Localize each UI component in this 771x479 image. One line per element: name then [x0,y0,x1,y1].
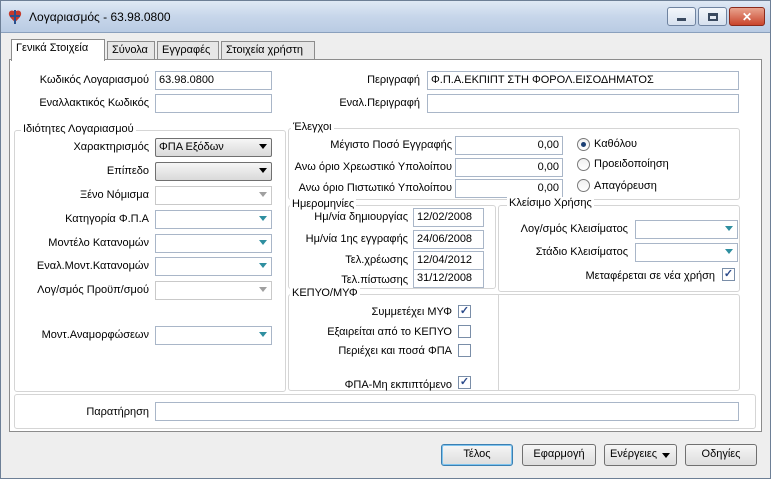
alt-allocation-model-dropdown[interactable] [155,257,272,276]
created-date-label: Ημ/νία δημιουργίας [314,211,408,223]
chevron-down-icon [725,226,733,231]
actions-button[interactable]: Ενέργειες [604,444,677,466]
closing-account-label: Λογ/σμός Κλεισίματος [520,223,628,235]
includes-vat-label: Περιέχει και ποσά ΦΠΑ [338,345,452,357]
alt-code-input[interactable] [155,94,272,113]
actions-button-label: Ενέργειες [610,448,658,460]
description-label: Περιγραφή [367,74,420,86]
characterization-dropdown[interactable]: ΦΠΑ Εξόδων [155,138,272,157]
budget-account-dropdown[interactable] [155,281,272,300]
radio-prohibit[interactable] [577,179,590,192]
chevron-down-icon [259,332,267,337]
account-window: Λογαριασμός - 63.98.0800 ✕ Γενικά Στοιχε… [0,0,771,479]
radio-none[interactable] [577,138,590,151]
foreign-currency-dropdown[interactable] [155,186,272,205]
credit-limit-label: Ανω όριο Πιστωτικό Υπολοίπου [298,182,452,194]
radio-warning-label: Προειδοποίηση [594,158,669,170]
window-title: Λογαριασμός - 63.98.0800 [29,10,171,24]
credit-limit-input[interactable]: 0,00 [455,179,563,198]
chevron-down-icon [259,287,267,292]
description-input[interactable]: Φ.Π.Α.ΕΚΠΙΠΤ ΣΤΗ ΦΟΡΟΛ.ΕΙΣΟΔΗΜΑΤΟΣ [427,71,739,90]
foreign-currency-label: Ξένο Νόμισμα [79,189,149,201]
closing-group-title: Κλείσιμο Χρήσης [507,197,594,209]
tab-user-data[interactable]: Στοιχεία χρήστη [221,41,315,60]
last-credit-date-label: Τελ.πίστωσης [341,274,408,286]
alt-description-input[interactable] [427,94,739,113]
participates-myf-label: Συμμετέχει ΜΥΦ [371,306,452,318]
non-deductible-vat-checkbox[interactable]: ✓ [458,376,471,389]
vat-category-label: Κατηγορία Φ.Π.Α [65,213,149,225]
chevron-down-icon [662,453,670,458]
chevron-down-icon [725,249,733,254]
characterization-label: Χαρακτηρισμός [73,141,149,153]
created-date-input[interactable]: 12/02/2008 [413,208,484,227]
account-code-input[interactable]: 63.98.0800 [155,71,272,90]
tab-entries[interactable]: Εγγραφές [157,41,219,60]
chevron-down-icon [259,240,267,245]
alt-description-label: Εναλ.Περιγραφή [339,97,420,109]
ok-button[interactable]: Τέλος [441,444,513,466]
carry-over-label: Μεταφέρεται σε νέα χρήση [585,270,716,282]
radio-prohibit-label: Απαγόρευση [594,180,657,192]
last-credit-date-input[interactable]: 31/12/2008 [413,269,484,288]
non-deductible-vat-label: ΦΠΑ-Μη εκπιπτόμενο [344,379,452,391]
includes-vat-checkbox[interactable] [458,344,471,357]
first-entry-date-input[interactable]: 24/06/2008 [413,230,484,249]
remark-label: Παρατήρηση [86,406,149,418]
revaluation-model-label: Μοντ.Αναμορφώσεων [41,329,149,341]
apply-button[interactable]: Εφαρμογή [522,444,596,466]
account-code-label: Κωδικός Λογαριασμού [39,74,149,86]
close-button[interactable]: ✕ [729,7,765,26]
debit-limit-input[interactable]: 0,00 [455,158,563,177]
minimize-icon [677,18,686,21]
radio-none-label: Καθόλου [594,138,638,150]
chevron-down-icon [259,216,267,221]
radio-warning[interactable] [577,158,590,171]
tab-general[interactable]: Γενικά Στοιχεία [11,39,105,61]
general-panel: Κωδικός Λογαριασμού 63.98.0800 Εναλλακτι… [9,59,762,432]
chevron-down-icon [259,144,267,149]
controls-group-title: Έλεγχοι [291,121,334,133]
last-debit-date-input[interactable]: 12/04/2012 [413,251,484,270]
app-logo-icon [8,10,22,24]
revaluation-model-dropdown[interactable] [155,326,272,345]
budget-account-label: Λογ/σμός Προϋπ/σμού [37,284,149,296]
max-amount-label: Μέγιστο Ποσό Εγγραφής [330,139,452,151]
chevron-down-icon [259,263,267,268]
vat-category-dropdown[interactable] [155,210,272,229]
tab-totals[interactable]: Σύνολα [107,41,155,60]
max-amount-input[interactable]: 0,00 [455,136,563,155]
chevron-down-icon [259,168,267,173]
alt-allocation-model-label: Εναλ.Μοντ.Κατανομών [36,260,149,272]
debit-limit-label: Ανω όριο Χρεωστικό Υπολοίπου [294,161,452,173]
closing-account-dropdown[interactable] [635,220,738,239]
last-debit-date-label: Τελ.χρέωσης [345,254,408,266]
close-icon: ✕ [741,9,753,24]
kepyo-group-title: ΚΕΠΥΟ/ΜΥΦ [290,287,360,299]
maximize-button[interactable] [698,7,727,26]
closing-stage-dropdown[interactable] [635,243,738,262]
allocation-model-label: Μοντέλο Κατανομών [48,237,149,249]
first-entry-date-label: Ημ/νία 1ης εγγραφής [305,233,408,245]
minimize-button[interactable] [667,7,696,26]
properties-group-title: Ιδιότητες Λογαριασμού [21,123,136,135]
closing-stage-label: Στάδιο Κλεισίματος [535,246,628,258]
remark-input[interactable] [155,402,739,421]
title-bar[interactable]: Λογαριασμός - 63.98.0800 ✕ [1,1,770,33]
dates-group-title: Ημερομηνίες [290,198,357,210]
carry-over-checkbox[interactable]: ✓ [722,268,735,281]
chevron-down-icon [259,192,267,197]
allocation-model-dropdown[interactable] [155,234,272,253]
maximize-icon [707,12,718,21]
kepyo-divider [498,294,499,391]
help-button[interactable]: Οδηγίες [685,444,757,466]
level-dropdown[interactable] [155,162,272,181]
participates-myf-checkbox[interactable]: ✓ [458,305,471,318]
characterization-value: ΦΠΑ Εξόδων [159,141,224,153]
alt-code-label: Εναλλακτικός Κωδικός [39,97,149,109]
excluded-kepyo-label: Εξαιρείται από το ΚΕΠΥΟ [327,326,452,338]
level-label: Επίπεδο [106,165,149,177]
excluded-kepyo-checkbox[interactable] [458,325,471,338]
